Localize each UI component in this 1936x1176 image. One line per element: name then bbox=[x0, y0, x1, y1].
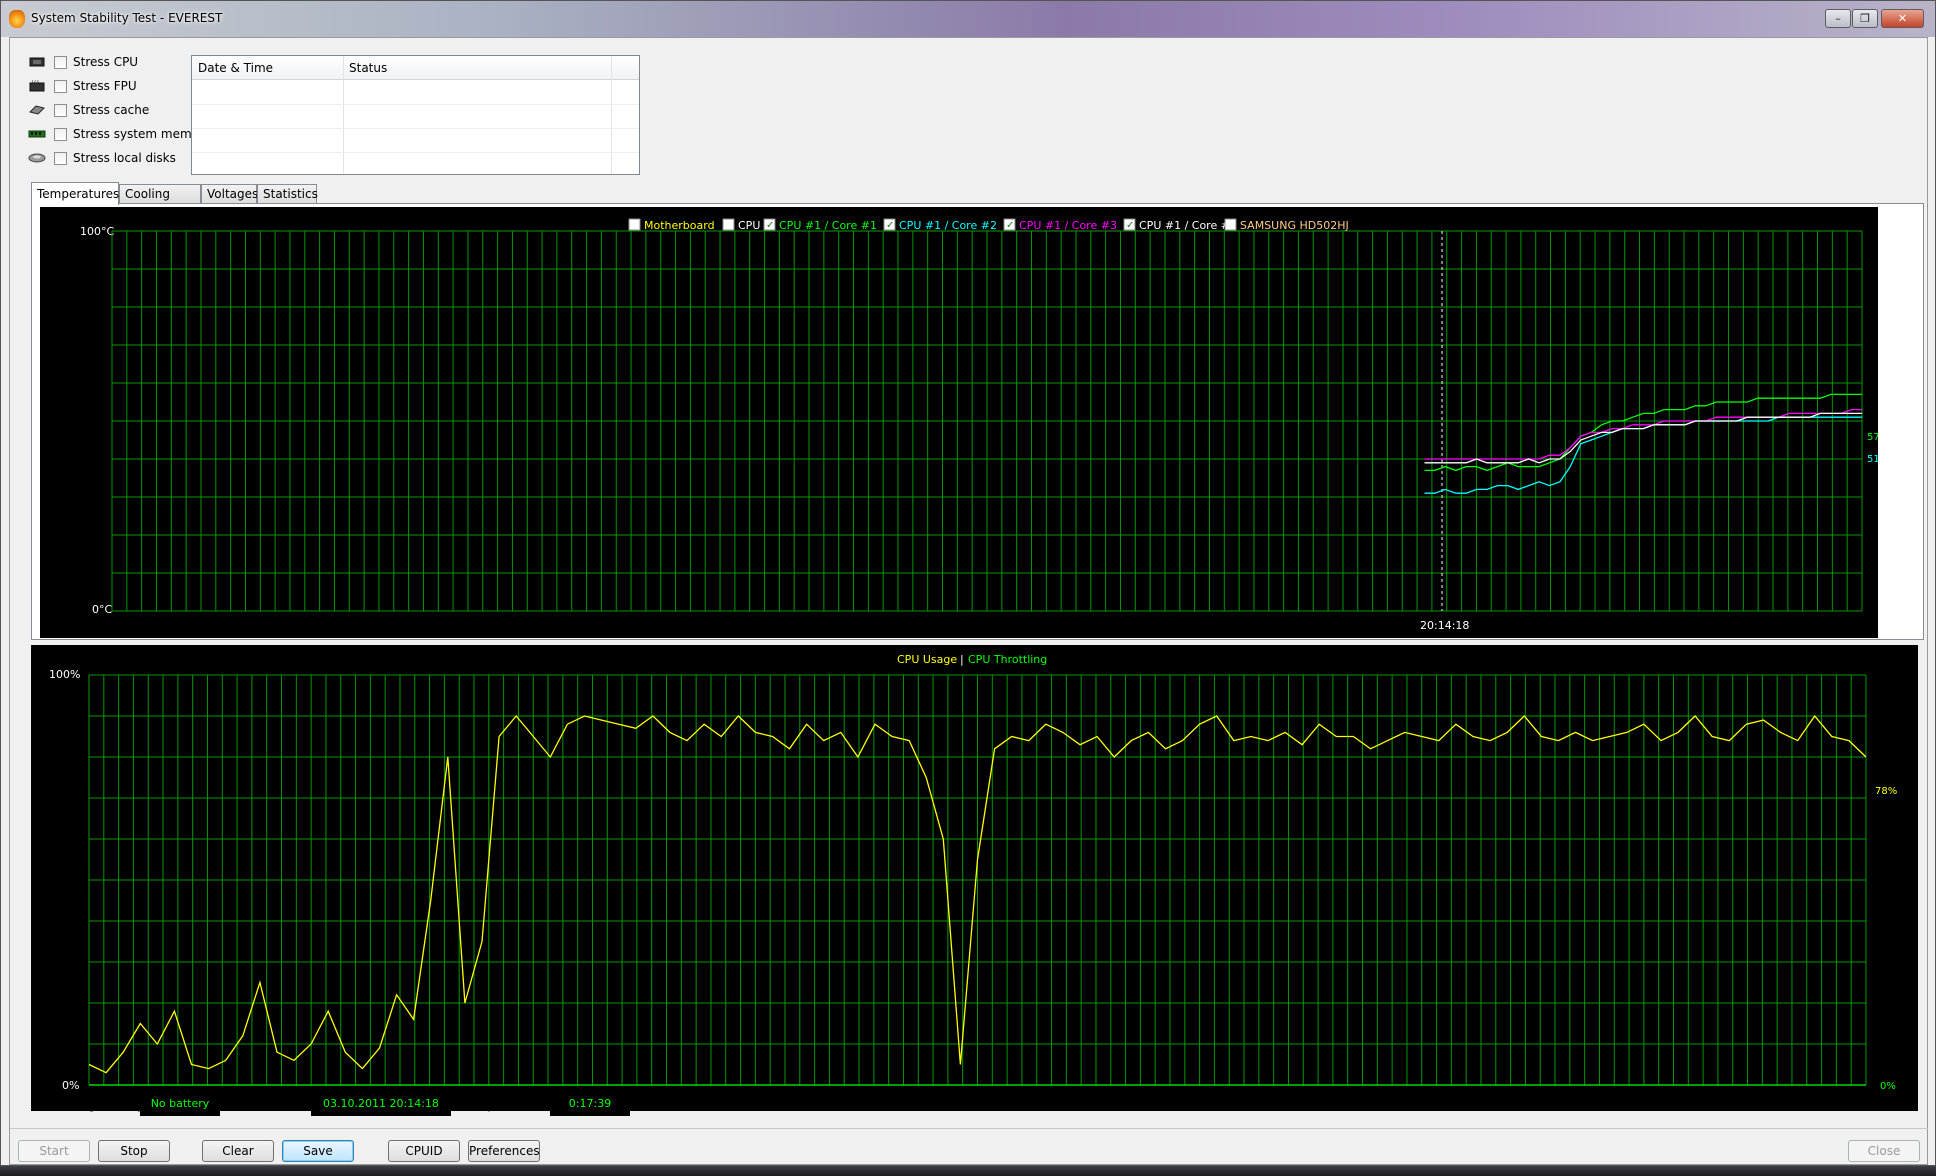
usage-end-label: 78% bbox=[1875, 786, 1897, 797]
temp-y-max-label: 100°C bbox=[80, 225, 114, 238]
table-row bbox=[192, 128, 639, 129]
temp-y-min-label: 0°C bbox=[92, 603, 112, 616]
core2-end-label: 51 bbox=[1867, 454, 1878, 465]
hard-disk-icon bbox=[28, 153, 46, 163]
check-mark-icon: ✓ bbox=[1006, 220, 1014, 231]
test-started-value: 03.10.2011 20:14:18 bbox=[311, 1092, 451, 1116]
legend-samsung-hd502hj: SAMSUNG HD502HJ bbox=[1240, 219, 1349, 232]
svg-text:123: 123 bbox=[31, 80, 39, 84]
maximize-button[interactable]: ❐ bbox=[1852, 9, 1878, 28]
column-divider bbox=[611, 56, 612, 174]
tab-cooling-fans[interactable]: Cooling Fans bbox=[119, 184, 201, 220]
stress-cpu-label: Stress CPU bbox=[73, 55, 139, 69]
elapsed-time-label: Elapsed Time: bbox=[469, 1098, 554, 1112]
cpu-chip-icon bbox=[29, 57, 45, 67]
event-log-table[interactable]: Date & Time Status bbox=[191, 55, 640, 175]
legend-core1: CPU #1 / Core #1 bbox=[779, 219, 877, 232]
usage-grid bbox=[88, 674, 1867, 1086]
log-table-header: Date & Time Status bbox=[192, 56, 639, 80]
save-button[interactable]: Save bbox=[282, 1140, 354, 1162]
legend-core4: CPU #1 / Core #4 bbox=[1139, 219, 1237, 232]
temperature-chart-svg: Motherboard CPU ✓ CPU #1 / Core #1 ✓ CPU… bbox=[80, 218, 1878, 632]
temperature-legend: Motherboard CPU ✓ CPU #1 / Core #1 ✓ CPU… bbox=[628, 218, 1349, 232]
preferences-button[interactable]: Preferences bbox=[468, 1140, 540, 1162]
minimize-button[interactable]: – bbox=[1825, 9, 1851, 28]
stress-fpu-label: Stress FPU bbox=[73, 79, 137, 93]
stress-fpu-option[interactable]: 123 Stress FPU bbox=[28, 77, 137, 95]
legend-motherboard: Motherboard bbox=[644, 219, 715, 232]
close-button[interactable]: Close bbox=[1848, 1140, 1920, 1162]
window-close-button[interactable]: ✕ bbox=[1881, 9, 1924, 28]
test-started-label: Test Started: bbox=[238, 1098, 314, 1112]
usage-y-min-label: 0% bbox=[62, 1079, 79, 1092]
core1-end-label: 57 bbox=[1867, 432, 1878, 443]
stress-cache-option[interactable]: Stress cache bbox=[28, 101, 149, 119]
check-mark-icon: ✓ bbox=[1126, 220, 1134, 231]
usage-y-max-label: 100% bbox=[49, 668, 80, 681]
separator-line bbox=[10, 1128, 1928, 1129]
start-button[interactable]: Start bbox=[18, 1140, 90, 1162]
temperature-chart: Motherboard CPU ✓ CPU #1 / Core #1 ✓ CPU… bbox=[40, 207, 1878, 638]
temperature-grid bbox=[111, 230, 1863, 612]
stress-cache-checkbox[interactable] bbox=[54, 103, 67, 117]
battery-label: Remaining Battery: bbox=[32, 1098, 148, 1112]
legend-checkbox-motherboard[interactable] bbox=[628, 218, 641, 231]
tab-temperatures[interactable]: Temperatures bbox=[31, 182, 119, 205]
stress-disks-checkbox[interactable] bbox=[54, 151, 67, 165]
legend-core3: CPU #1 / Core #3 bbox=[1019, 219, 1117, 232]
window-title: System Stability Test - EVEREST bbox=[31, 11, 223, 25]
throttle-end-label: 0% bbox=[1880, 1081, 1896, 1092]
table-row bbox=[192, 104, 639, 105]
column-status[interactable]: Status bbox=[349, 61, 387, 75]
stress-fpu-checkbox[interactable] bbox=[54, 79, 67, 93]
main-window: System Stability Test - EVEREST – ❐ ✕ St… bbox=[0, 0, 1936, 1166]
stress-memory-checkbox[interactable] bbox=[54, 127, 67, 141]
clear-button[interactable]: Clear bbox=[202, 1140, 274, 1162]
legend-core2: CPU #1 / Core #2 bbox=[899, 219, 997, 232]
legend-cpu-usage: CPU Usage bbox=[897, 653, 957, 666]
stress-cpu-option[interactable]: Stress CPU bbox=[28, 53, 138, 71]
stress-cache-label: Stress cache bbox=[73, 103, 150, 117]
client-area: Stress CPU 123 Stress FPU Stress cache S… bbox=[9, 37, 1928, 1165]
stress-memory-option[interactable]: Stress system memory bbox=[28, 125, 211, 143]
cpu-usage-chart: CPU Usage | CPU Throttling 100% 0% 78% 0… bbox=[31, 645, 1918, 1111]
tab-voltages[interactable]: Voltages bbox=[201, 184, 258, 204]
everest-flame-icon bbox=[9, 10, 25, 28]
temperature-series bbox=[1424, 393, 1862, 494]
legend-separator: | bbox=[960, 653, 964, 666]
stress-disks-label: Stress local disks bbox=[73, 151, 176, 165]
fpu-chip-icon: 123 bbox=[29, 80, 45, 92]
taskbar bbox=[0, 1166, 1936, 1176]
legend-cpu-throttling: CPU Throttling bbox=[968, 653, 1047, 666]
table-row bbox=[192, 152, 639, 153]
legend-checkbox-cpu[interactable] bbox=[722, 218, 735, 231]
cpuid-button[interactable]: CPUID bbox=[388, 1140, 460, 1162]
stress-disks-option[interactable]: Stress local disks bbox=[28, 149, 176, 167]
legend-cpu: CPU bbox=[738, 219, 760, 232]
marker-time-label: 20:14:18 bbox=[1420, 619, 1469, 632]
cpu-usage-chart-svg: CPU Usage | CPU Throttling 100% 0% 78% 0… bbox=[49, 653, 1897, 1092]
check-mark-icon: ✓ bbox=[766, 220, 774, 231]
battery-value: No battery bbox=[140, 1092, 220, 1116]
stop-button[interactable]: Stop bbox=[98, 1140, 170, 1162]
cache-icon bbox=[29, 105, 45, 115]
memory-module-icon bbox=[28, 130, 46, 138]
title-bar[interactable]: System Stability Test - EVEREST – ❐ ✕ bbox=[1, 1, 1935, 37]
column-divider bbox=[343, 56, 344, 174]
check-mark-icon: ✓ bbox=[886, 220, 894, 231]
stress-cpu-checkbox[interactable] bbox=[54, 55, 67, 69]
tab-statistics[interactable]: Statistics bbox=[257, 184, 318, 204]
elapsed-time-value: 0:17:39 bbox=[550, 1092, 630, 1116]
column-date-time[interactable]: Date & Time bbox=[198, 61, 273, 75]
legend-checkbox-samsung[interactable] bbox=[1224, 218, 1237, 231]
